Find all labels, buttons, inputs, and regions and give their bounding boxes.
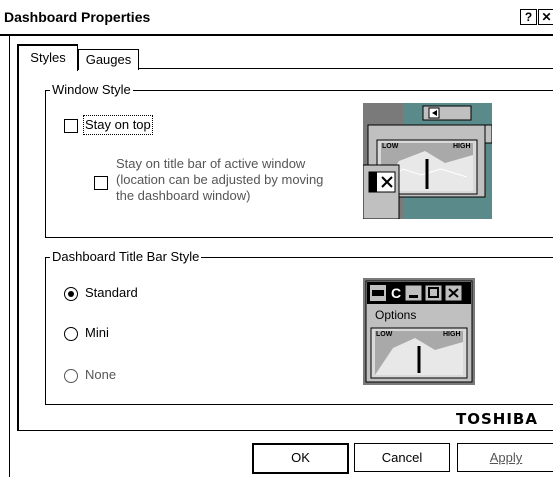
window-style-group-label: Window Style (50, 82, 133, 97)
tab-gauges[interactable]: Gauges (78, 49, 139, 70)
standard-radio[interactable] (64, 287, 78, 301)
active-tab-join (19, 67, 76, 70)
window-style-preview-art (363, 103, 492, 219)
preview-gauge-low: LOW (382, 143, 399, 150)
preview-options-label: Options (375, 308, 417, 322)
title-bar-style-preview: C Options LOW HIGH (363, 278, 475, 385)
toshiba-logo: TOSHIBA (456, 410, 538, 428)
mini-label[interactable]: Mini (85, 325, 109, 341)
title-bar[interactable]: Dashboard Properties ? ✕ (0, 0, 553, 36)
preview2-gauge-low: LOW (376, 331, 393, 338)
stay-on-title-bar-line-2: (location can be adjusted by moving (116, 172, 324, 187)
preview-c-glyph: C (391, 285, 402, 301)
stay-on-top-label[interactable]: Stay on top (83, 115, 153, 135)
stay-on-title-bar-checkbox[interactable] (94, 176, 108, 190)
stay-on-title-bar-line-3: the dashboard window) (116, 188, 251, 203)
preview-gauge-high: HIGH (453, 143, 471, 150)
window-title: Dashboard Properties (4, 9, 151, 25)
standard-label[interactable]: Standard (85, 285, 138, 301)
none-radio[interactable] (64, 369, 78, 383)
mini-radio[interactable] (64, 327, 78, 341)
title-bar-style-group (45, 257, 553, 405)
cancel-button[interactable]: Cancel (354, 443, 450, 472)
ok-button[interactable]: OK (252, 443, 349, 474)
help-button[interactable]: ? (520, 9, 537, 25)
stay-on-top-checkbox[interactable] (64, 119, 78, 133)
preview2-gauge-high: HIGH (443, 331, 461, 338)
stay-on-title-bar-line-1: Stay on title bar of active window (116, 156, 306, 171)
window-style-preview: LOW HIGH (363, 103, 492, 219)
dialog-window: Dashboard Properties ? ✕ Styles Gauges W… (0, 0, 553, 477)
title-bar-style-group-label: Dashboard Title Bar Style (50, 249, 202, 264)
close-button[interactable]: ✕ (538, 9, 553, 25)
window-border (9, 36, 10, 477)
apply-button[interactable]: Apply (457, 443, 553, 472)
none-label[interactable]: None (85, 367, 116, 383)
